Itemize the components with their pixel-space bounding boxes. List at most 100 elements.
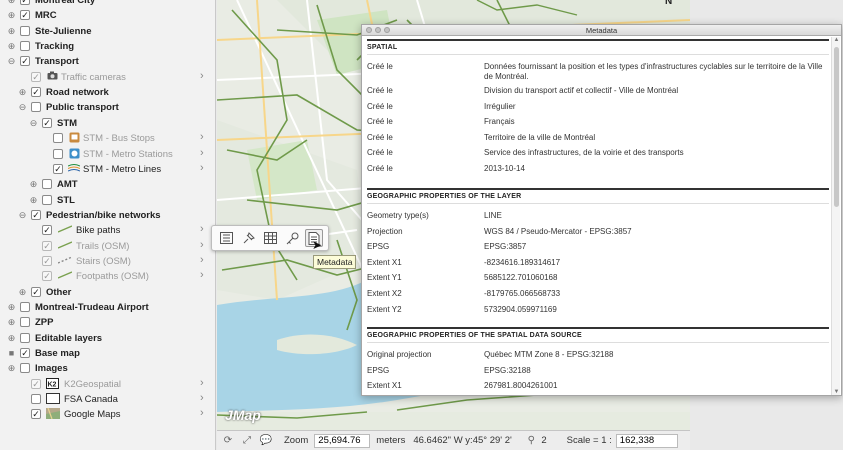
- layer-visibility-checkbox[interactable]: [31, 102, 41, 113]
- speech-bubble-icon[interactable]: 💬: [258, 435, 274, 446]
- layer-visibility-checkbox[interactable]: [20, 317, 30, 328]
- layer-row[interactable]: STM - Metro Stations ›: [0, 147, 214, 162]
- chevron-right-icon[interactable]: ›: [200, 223, 208, 235]
- square-bullet-icon[interactable]: ■: [7, 349, 16, 358]
- layer-row[interactable]: ⊕ ZPP: [0, 315, 214, 330]
- table-icon[interactable]: [261, 229, 279, 247]
- collapse-icon[interactable]: ⊖: [18, 103, 27, 112]
- full-extent-icon[interactable]: ⤢: [239, 435, 255, 446]
- layer-row[interactable]: ✓ Bike paths ›: [0, 223, 214, 238]
- layer-row[interactable]: ✓ STM - Metro Lines ›: [0, 162, 214, 177]
- layer-row[interactable]: ✓ K2 K2Geospatial ›: [0, 377, 214, 392]
- layer-row[interactable]: ⊕ ✓ Other: [0, 285, 214, 300]
- collapse-icon[interactable]: ⊖: [7, 57, 16, 66]
- expand-icon[interactable]: ⊕: [7, 303, 16, 312]
- layer-visibility-checkbox[interactable]: ✓: [31, 209, 41, 220]
- layer-row[interactable]: ⊕ Images: [0, 361, 214, 376]
- layer-visibility-checkbox[interactable]: [20, 332, 30, 343]
- layer-visibility-checkbox[interactable]: [53, 133, 63, 144]
- layer-visibility-checkbox[interactable]: ✓: [42, 240, 52, 251]
- window-minimize-button[interactable]: [375, 27, 381, 33]
- layer-visibility-checkbox[interactable]: ✓: [20, 0, 30, 5]
- layer-row[interactable]: ⊕ Editable layers: [0, 331, 214, 346]
- refresh-icon[interactable]: ⟳: [220, 435, 236, 446]
- scrollbar-thumb[interactable]: [834, 47, 839, 207]
- layer-row[interactable]: ⊕ STL: [0, 193, 214, 208]
- chevron-right-icon[interactable]: ›: [200, 254, 208, 266]
- layer-visibility-checkbox[interactable]: ✓: [31, 409, 41, 420]
- expand-icon[interactable]: ⊕: [7, 0, 16, 5]
- layer-row[interactable]: ⊕ ✓ MRC: [0, 8, 214, 23]
- layer-visibility-checkbox[interactable]: ✓: [31, 286, 41, 297]
- expand-icon[interactable]: ⊕: [7, 333, 16, 343]
- expand-icon[interactable]: ⊕: [18, 287, 27, 297]
- layer-row[interactable]: ⊖ Public transport: [0, 100, 214, 115]
- chevron-right-icon[interactable]: ›: [200, 377, 208, 389]
- expand-icon[interactable]: ⊕: [7, 42, 16, 51]
- layer-visibility-checkbox[interactable]: [42, 179, 52, 190]
- layer-row[interactable]: ⊖ ✓ Pedestrian/bike networks: [0, 208, 214, 223]
- layer-visibility-checkbox[interactable]: [20, 25, 30, 36]
- layer-visibility-checkbox[interactable]: ✓: [20, 56, 30, 67]
- layer-row[interactable]: ✓ Google Maps ›: [0, 407, 214, 422]
- layer-visibility-checkbox[interactable]: ✓: [31, 378, 41, 389]
- layer-visibility-checkbox[interactable]: ✓: [20, 348, 30, 359]
- layer-visibility-checkbox[interactable]: ✓: [42, 117, 52, 128]
- layer-visibility-checkbox[interactable]: ✓: [31, 87, 41, 98]
- chevron-right-icon[interactable]: ›: [200, 239, 208, 251]
- window-close-button[interactable]: [366, 27, 372, 33]
- expand-icon[interactable]: ⊕: [29, 195, 38, 205]
- expand-icon[interactable]: ⊕: [7, 26, 16, 36]
- expand-icon[interactable]: ⊕: [7, 364, 16, 373]
- layer-row[interactable]: ⊕ ✓ Montreal City: [0, 0, 214, 8]
- layer-row[interactable]: ✓ Traffic cameras ›: [0, 70, 214, 85]
- zoom-input[interactable]: [314, 433, 371, 448]
- layer-row[interactable]: ⊕ Tracking: [0, 39, 214, 54]
- layer-row[interactable]: ⊕ Montreal-Trudeau Airport: [0, 300, 214, 315]
- chevron-right-icon[interactable]: ›: [200, 70, 208, 82]
- zoom-label: Zoom: [284, 435, 309, 446]
- scale-input[interactable]: [615, 433, 678, 448]
- layer-visibility-checkbox[interactable]: ✓: [31, 71, 41, 82]
- layer-visibility-checkbox[interactable]: ✓: [42, 225, 52, 236]
- layer-visibility-checkbox[interactable]: ✓: [20, 10, 30, 21]
- chevron-right-icon[interactable]: ›: [200, 147, 208, 159]
- expand-icon[interactable]: ⊕: [18, 88, 27, 97]
- metadata-scrollbar[interactable]: ▲ ▼: [831, 37, 840, 395]
- layer-visibility-checkbox[interactable]: [31, 394, 41, 405]
- layer-row[interactable]: ⊕ AMT: [0, 177, 214, 192]
- pin-icon[interactable]: [239, 229, 257, 247]
- layer-row[interactable]: ⊖ ✓ Transport: [0, 54, 214, 69]
- layer-row[interactable]: ⊕ Ste-Julienne: [0, 24, 214, 39]
- collapse-icon[interactable]: ⊖: [18, 210, 27, 220]
- layer-visibility-checkbox[interactable]: [53, 148, 63, 159]
- layer-visibility-checkbox[interactable]: ✓: [42, 271, 52, 282]
- layer-visibility-checkbox[interactable]: [20, 41, 30, 52]
- layer-row[interactable]: ⊕ ✓ Road network: [0, 85, 214, 100]
- chevron-right-icon[interactable]: ›: [200, 131, 208, 143]
- layer-row[interactable]: ✓ Stairs (OSM) ›: [0, 254, 214, 269]
- collapse-icon[interactable]: ⊖: [29, 118, 38, 128]
- metadata-window-titlebar[interactable]: Metadata: [362, 25, 841, 36]
- layer-row[interactable]: FSA Canada ›: [0, 392, 214, 407]
- expand-icon[interactable]: ⊕: [7, 318, 16, 327]
- layer-visibility-checkbox[interactable]: ✓: [42, 255, 52, 266]
- layer-visibility-checkbox[interactable]: ✓: [53, 163, 63, 174]
- layer-row[interactable]: ✓ Trails (OSM) ›: [0, 239, 214, 254]
- layer-row[interactable]: ✓ Footpaths (OSM) ›: [0, 269, 214, 284]
- layer-visibility-checkbox[interactable]: [20, 302, 30, 312]
- key-icon[interactable]: [283, 229, 301, 247]
- chevron-right-icon[interactable]: ›: [200, 407, 208, 419]
- layer-row[interactable]: STM - Bus Stops ›: [0, 131, 214, 146]
- chevron-right-icon[interactable]: ›: [200, 269, 208, 281]
- expand-icon[interactable]: ⊕: [7, 11, 16, 20]
- layer-row[interactable]: ⊖ ✓ STM: [0, 116, 214, 131]
- chevron-right-icon[interactable]: ›: [200, 392, 208, 404]
- chevron-right-icon[interactable]: ›: [200, 162, 208, 174]
- window-zoom-button[interactable]: [384, 27, 390, 33]
- layer-row[interactable]: ■ ✓ Base map: [0, 346, 214, 361]
- layer-visibility-checkbox[interactable]: [42, 194, 52, 205]
- layer-visibility-checkbox[interactable]: [20, 363, 30, 374]
- expand-icon[interactable]: ⊕: [29, 180, 38, 189]
- list-icon[interactable]: [217, 229, 235, 247]
